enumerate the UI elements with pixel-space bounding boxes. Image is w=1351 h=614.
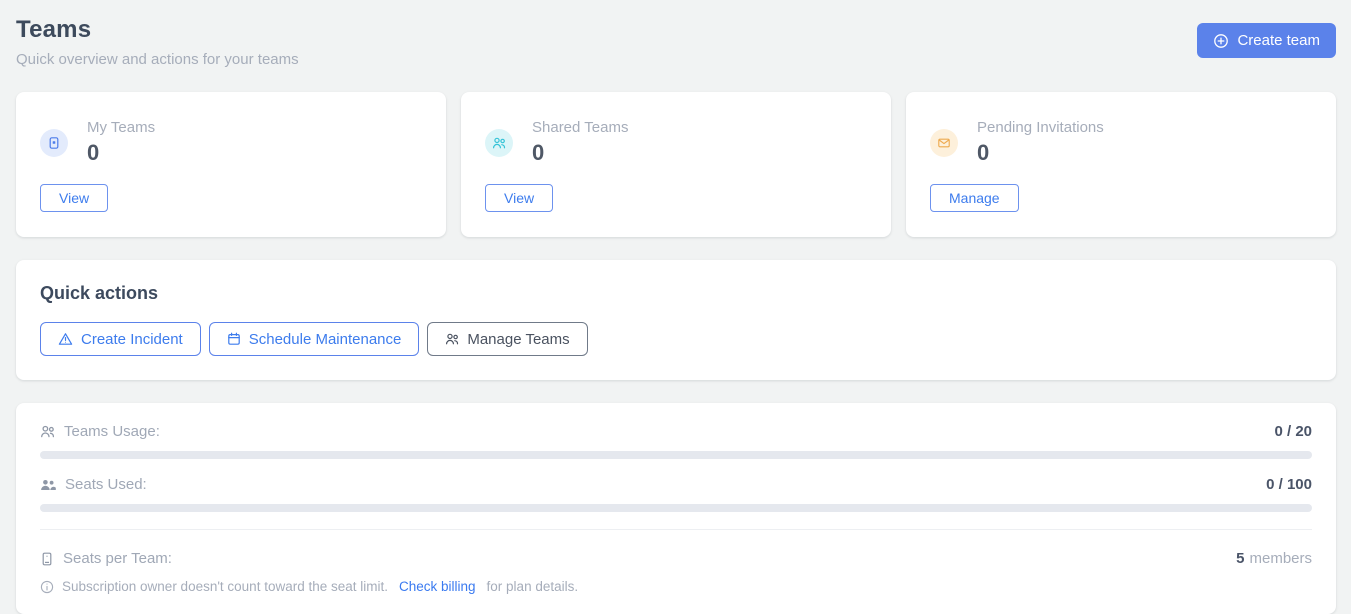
seats-used-value: 0 / 100 xyxy=(1266,476,1312,493)
create-incident-label: Create Incident xyxy=(81,331,183,348)
id-badge-outline-icon xyxy=(40,552,54,566)
page-title: Teams xyxy=(16,16,1336,44)
schedule-maintenance-button[interactable]: Schedule Maintenance xyxy=(209,322,420,356)
teams-usage-progressbar xyxy=(40,451,1312,459)
calendar-icon xyxy=(227,332,241,346)
plus-circle-icon xyxy=(1213,33,1229,49)
teams-usage-label: Teams Usage: xyxy=(64,423,160,440)
manage-teams-button[interactable]: Manage Teams xyxy=(427,322,587,356)
stat-card-label: Shared Teams xyxy=(532,119,628,136)
stat-card-my-teams: My Teams 0 View xyxy=(16,92,446,237)
seat-limit-note: Subscription owner doesn't count toward … xyxy=(40,579,1312,594)
note-text: Subscription owner doesn't count toward … xyxy=(62,579,388,594)
id-badge-icon xyxy=(40,129,68,157)
quick-actions-panel: Quick actions Create Incident xyxy=(16,260,1336,380)
teams-usage-row: Teams Usage: 0 / 20 xyxy=(40,423,1312,440)
seats-per-team-value: 5 members xyxy=(1236,550,1312,567)
stat-cards-row: My Teams 0 View Shared Teams xyxy=(16,92,1336,237)
info-icon xyxy=(40,580,54,594)
mail-icon xyxy=(930,129,958,157)
quick-actions-title: Quick actions xyxy=(40,283,1312,304)
create-team-label: Create team xyxy=(1237,32,1320,49)
manage-invitations-button[interactable]: Manage xyxy=(930,184,1019,212)
users-filled-icon xyxy=(40,478,56,492)
stat-card-value: 0 xyxy=(87,140,155,166)
stat-card-value: 0 xyxy=(977,140,1104,166)
seats-used-row: Seats Used: 0 / 100 xyxy=(40,476,1312,493)
seats-used-progressbar xyxy=(40,504,1312,512)
create-incident-button[interactable]: Create Incident xyxy=(40,322,201,356)
page-subtitle: Quick overview and actions for your team… xyxy=(16,51,1336,68)
seats-per-team-number: 5 xyxy=(1236,550,1244,567)
seats-used-label: Seats Used: xyxy=(65,476,147,493)
usage-divider xyxy=(40,529,1312,530)
usage-panel: Teams Usage: 0 / 20 Seats Used: 0 / 100 xyxy=(16,403,1336,614)
page-header: Teams Quick overview and actions for you… xyxy=(16,16,1336,68)
teams-usage-value: 0 / 20 xyxy=(1274,423,1312,440)
users-icon xyxy=(445,332,459,346)
view-my-teams-button[interactable]: View xyxy=(40,184,108,212)
create-team-button[interactable]: Create team xyxy=(1197,23,1336,58)
check-billing-link[interactable]: Check billing xyxy=(399,579,476,594)
seats-per-team-row: Seats per Team: 5 members xyxy=(40,550,1312,567)
stat-card-pending-invitations: Pending Invitations 0 Manage xyxy=(906,92,1336,237)
stat-card-label: Pending Invitations xyxy=(977,119,1104,136)
schedule-maintenance-label: Schedule Maintenance xyxy=(249,331,402,348)
seats-per-team-label: Seats per Team: xyxy=(63,550,172,567)
users-outline-icon xyxy=(40,424,55,439)
teams-page: Teams Quick overview and actions for you… xyxy=(0,0,1351,614)
manage-teams-label: Manage Teams xyxy=(467,331,569,348)
stat-card-shared-teams: Shared Teams 0 View xyxy=(461,92,891,237)
note-suffix: for plan details. xyxy=(487,579,579,594)
stat-card-value: 0 xyxy=(532,140,628,166)
view-shared-teams-button[interactable]: View xyxy=(485,184,553,212)
stat-card-label: My Teams xyxy=(87,119,155,136)
seats-per-team-unit: members xyxy=(1249,550,1312,567)
team-group-icon xyxy=(485,129,513,157)
warning-triangle-icon xyxy=(58,332,73,346)
